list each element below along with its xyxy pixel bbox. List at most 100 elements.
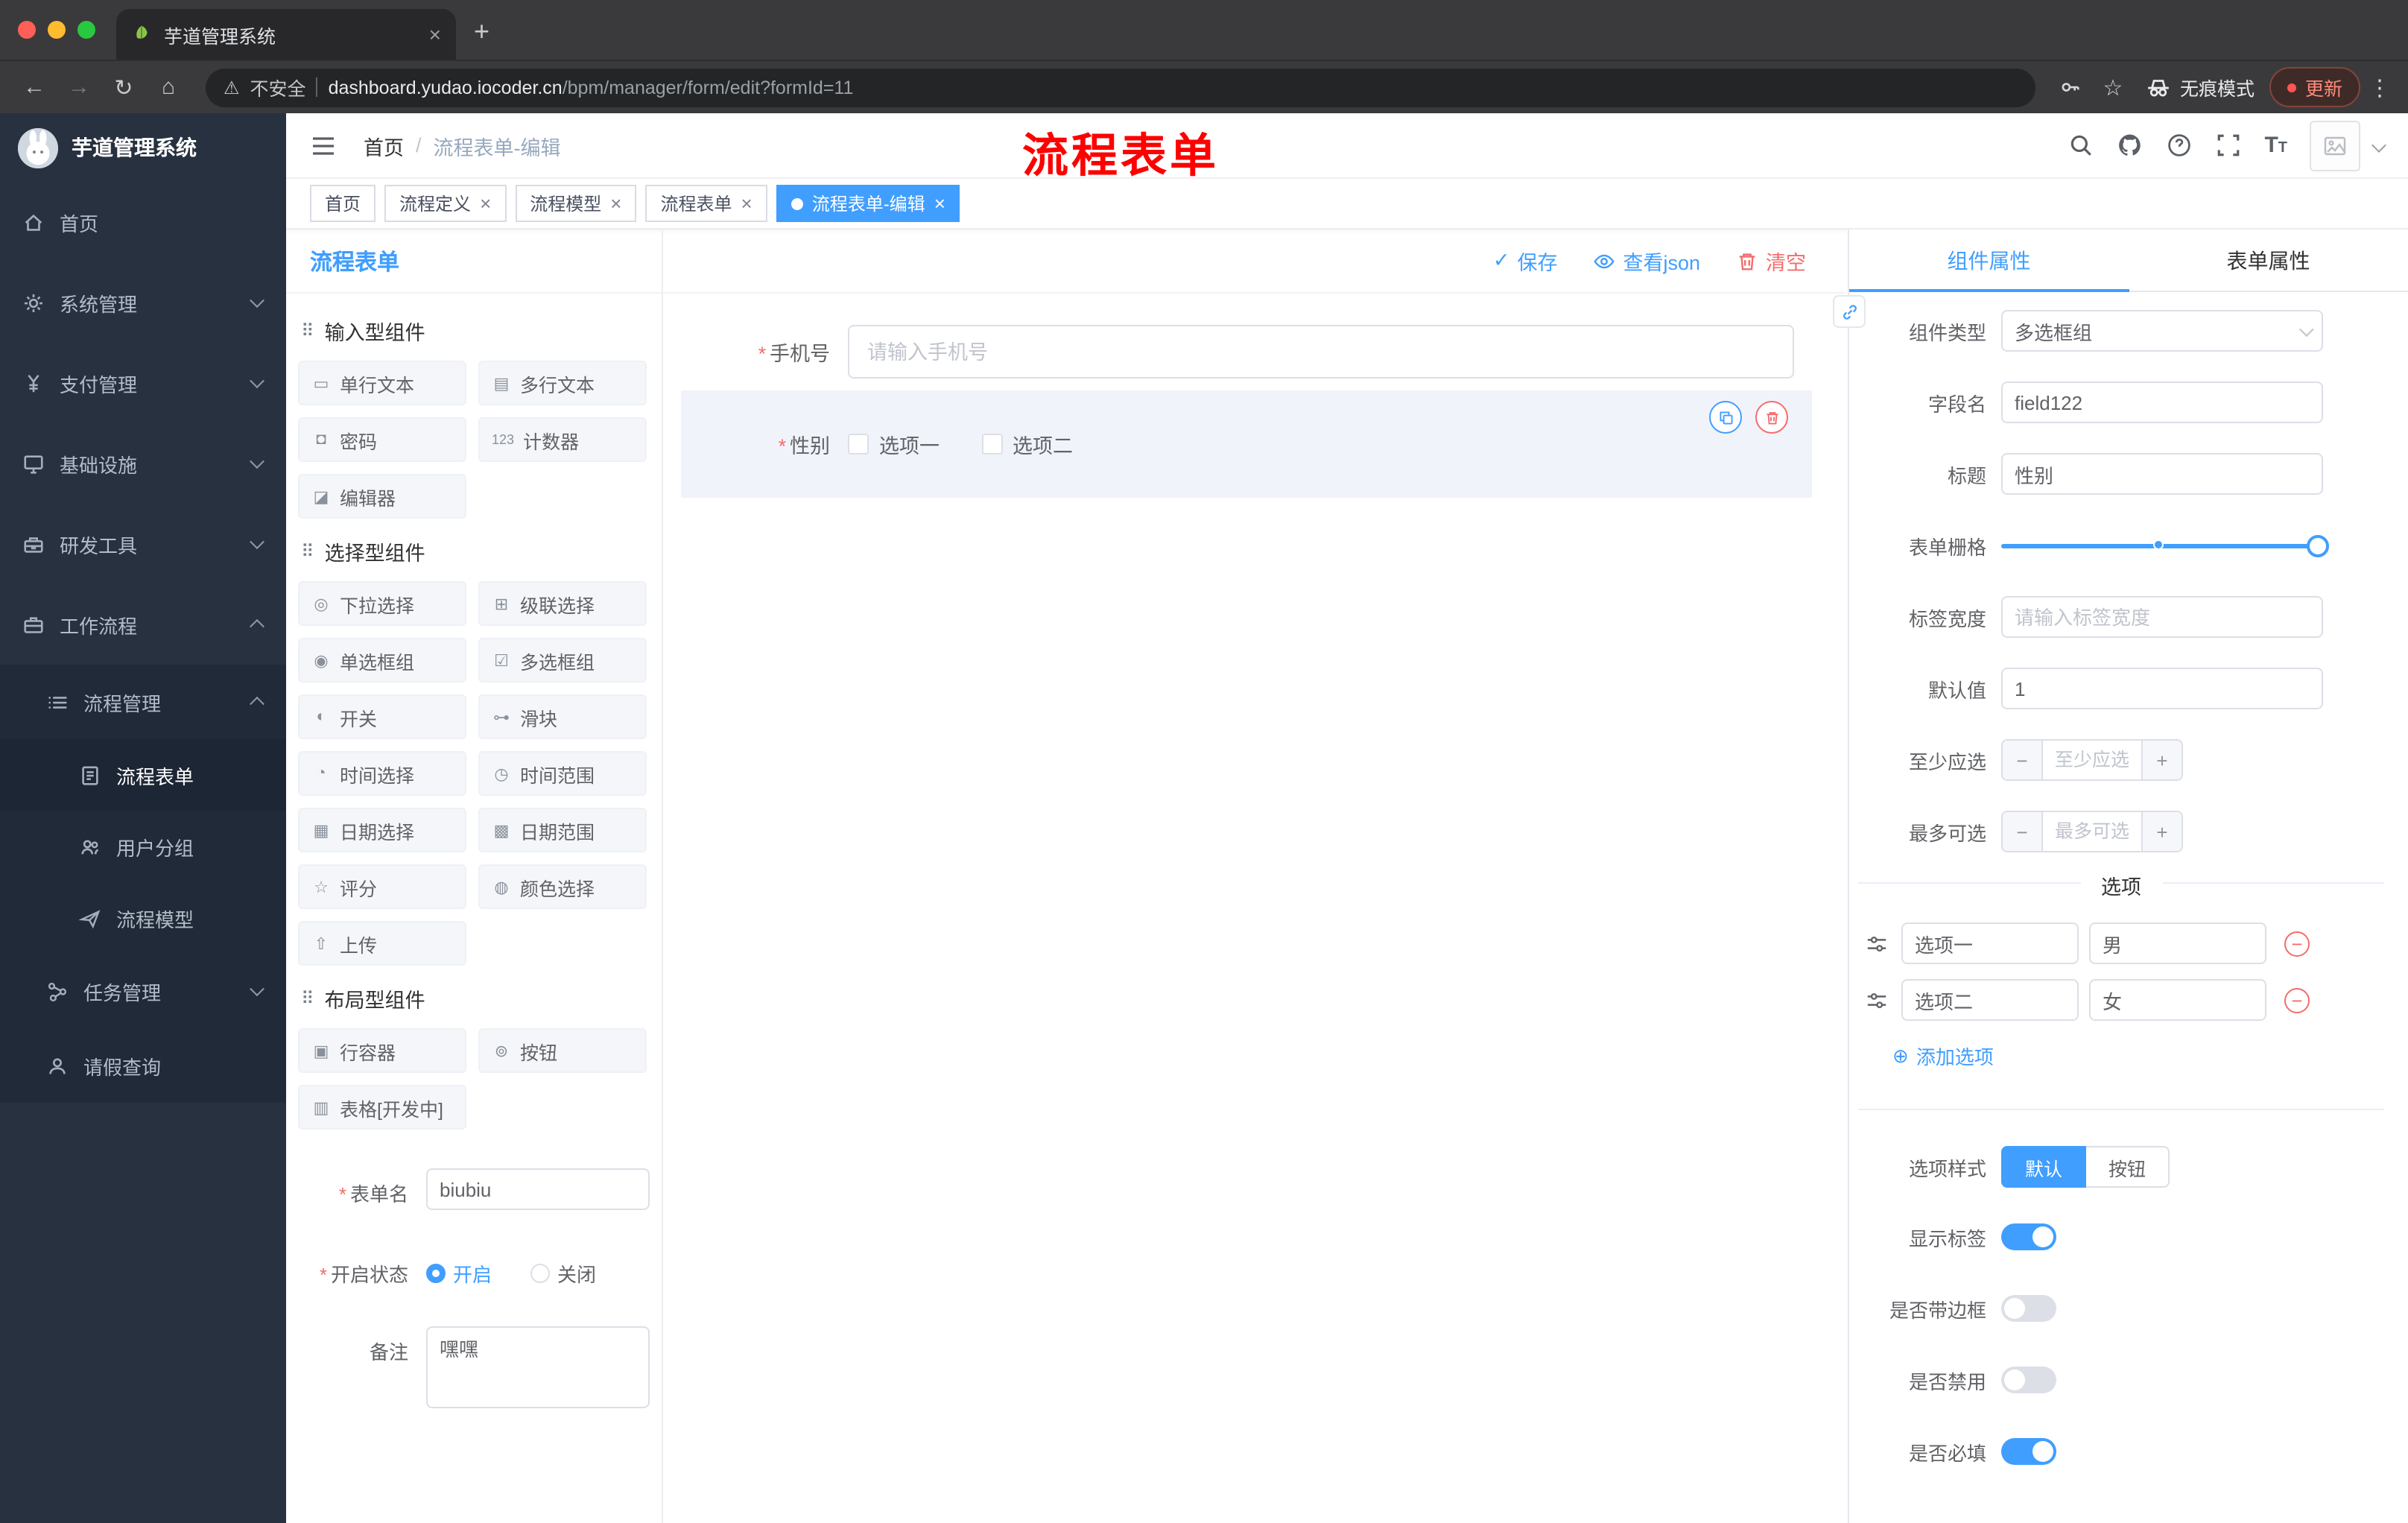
required-toggle[interactable]: [2001, 1438, 2056, 1465]
window-minimize-button[interactable]: [48, 21, 66, 39]
disabled-toggle[interactable]: [2001, 1367, 2056, 1393]
style-default-button[interactable]: 默认: [2001, 1146, 2087, 1188]
decrease-button[interactable]: −: [2003, 741, 2043, 779]
palette-item[interactable]: ◐ 开关: [298, 694, 466, 739]
tab-close-icon[interactable]: ×: [429, 22, 441, 46]
tag-process-form[interactable]: 流程表单 ×: [645, 185, 767, 222]
tag-home[interactable]: 首页: [310, 185, 376, 222]
drag-handle-icon[interactable]: [1866, 932, 1891, 954]
show-label-toggle[interactable]: [2001, 1223, 2056, 1250]
update-button[interactable]: 更新: [2269, 67, 2360, 107]
palette-item[interactable]: ⇧ 上传: [298, 921, 466, 966]
browser-home-icon[interactable]: ⌂: [149, 75, 188, 100]
increase-button[interactable]: +: [2141, 741, 2182, 779]
tab-form-props[interactable]: 表单属性: [2129, 229, 2408, 291]
phone-field-input[interactable]: [848, 325, 1794, 379]
save-button[interactable]: ✓ 保存: [1493, 246, 1558, 276]
min-select-input[interactable]: [2043, 741, 2141, 779]
sidebar-item-process-management[interactable]: 流程管理: [0, 665, 286, 739]
sidebar-item-process-model[interactable]: 流程模型: [0, 882, 286, 954]
help-icon[interactable]: [2166, 132, 2193, 159]
forward-icon[interactable]: →: [60, 75, 98, 100]
option-label-input[interactable]: [1901, 979, 2079, 1021]
new-tab-button[interactable]: +: [474, 18, 489, 45]
title-input[interactable]: [2001, 453, 2323, 495]
tag-close-icon[interactable]: ×: [741, 193, 752, 212]
hamburger-icon[interactable]: [310, 132, 337, 159]
window-zoom-button[interactable]: [77, 21, 95, 39]
back-icon[interactable]: ←: [15, 75, 54, 100]
tab-component-props[interactable]: 组件属性: [1849, 229, 2129, 292]
palette-item[interactable]: ▩ 日期范围: [478, 808, 647, 852]
tag-process-model[interactable]: 流程模型 ×: [515, 185, 637, 222]
breadcrumb-home[interactable]: 首页: [364, 130, 404, 160]
palette-item[interactable]: ☆ 评分: [298, 864, 466, 909]
palette-item[interactable]: ▦ 日期选择: [298, 808, 466, 852]
palette-item[interactable]: ◎ 下拉选择: [298, 581, 466, 626]
tag-process-form-edit[interactable]: 流程表单-编辑 ×: [776, 185, 960, 222]
component-type-select[interactable]: 多选框组: [2001, 310, 2323, 352]
security-label[interactable]: 不安全: [250, 73, 306, 101]
link-icon[interactable]: [1833, 295, 1866, 328]
increase-button[interactable]: +: [2141, 812, 2182, 851]
palette-item[interactable]: ◷ 时间范围: [478, 751, 647, 796]
address-bar[interactable]: ⚠ 不安全 dashboard.yudao.iocoder.cn/bpm/man…: [206, 68, 2035, 107]
option-value-input[interactable]: [2089, 979, 2266, 1021]
browser-menu-icon[interactable]: ⋮: [2366, 74, 2393, 101]
palette-item[interactable]: 123 计数器: [478, 417, 647, 462]
github-icon[interactable]: [2117, 132, 2144, 159]
bookmark-star-icon[interactable]: ☆: [2095, 74, 2131, 101]
tag-process-definition[interactable]: 流程定义 ×: [384, 185, 507, 222]
radio-closed[interactable]: 关闭: [530, 1259, 596, 1288]
search-icon[interactable]: [2068, 132, 2094, 159]
palette-item[interactable]: ▭ 单行文本: [298, 361, 466, 405]
reload-icon[interactable]: ↻: [104, 74, 143, 101]
sidebar-item-process-form[interactable]: 流程表单: [0, 739, 286, 811]
checkbox-option-two[interactable]: 选项二: [981, 429, 1073, 459]
palette-item[interactable]: ◘ 密码: [298, 417, 466, 462]
palette-item[interactable]: ☑ 多选框组: [478, 638, 647, 683]
palette-item[interactable]: ▥ 表格[开发中]: [298, 1085, 466, 1130]
sidebar-item-workflow[interactable]: 工作流程: [0, 584, 286, 665]
default-value-input[interactable]: [2001, 668, 2323, 709]
remove-option-button[interactable]: −: [2284, 931, 2310, 956]
sidebar-item-infrastructure[interactable]: 基础设施: [0, 423, 286, 504]
remove-option-button[interactable]: −: [2284, 987, 2310, 1013]
option-value-input[interactable]: [2089, 922, 2266, 964]
form-name-input[interactable]: [426, 1168, 650, 1210]
palette-item[interactable]: ◉ 单选框组: [298, 638, 466, 683]
palette-item[interactable]: ▤ 多行文本: [478, 361, 647, 405]
radio-open[interactable]: 开启: [426, 1259, 492, 1288]
decrease-button[interactable]: −: [2003, 812, 2043, 851]
form-canvas[interactable]: *手机号 *性别 选项一 选项二: [663, 298, 1836, 1523]
sidebar-item-task-management[interactable]: 任务管理: [0, 954, 286, 1028]
tag-close-icon[interactable]: ×: [480, 193, 491, 212]
border-toggle[interactable]: [2001, 1295, 2056, 1322]
palette-item[interactable]: ⊶ 滑块: [478, 694, 647, 739]
fullscreen-icon[interactable]: [2215, 132, 2242, 159]
option-label-input[interactable]: [1901, 922, 2079, 964]
checkbox-option-one[interactable]: 选项一: [848, 429, 940, 459]
window-close-button[interactable]: [18, 21, 36, 39]
palette-item[interactable]: ⊞ 级联选择: [478, 581, 647, 626]
view-json-button[interactable]: 查看json: [1593, 246, 1700, 276]
field-name-input[interactable]: [2001, 381, 2323, 423]
sidebar-item-home[interactable]: 首页: [0, 182, 286, 262]
sidebar-item-user-groups[interactable]: 用户分组: [0, 811, 286, 882]
sidebar-item-devtools[interactable]: 研发工具: [0, 504, 286, 584]
form-remark-input[interactable]: 嘿嘿: [426, 1326, 650, 1408]
label-width-input[interactable]: [2001, 596, 2323, 638]
tag-close-icon[interactable]: ×: [610, 193, 621, 212]
palette-item[interactable]: ▣ 行容器: [298, 1028, 466, 1073]
palette-item[interactable]: ◍ 颜色选择: [478, 864, 647, 909]
tag-close-icon[interactable]: ×: [934, 193, 945, 212]
sidebar-item-system[interactable]: 系统管理: [0, 262, 286, 343]
add-option-button[interactable]: ⊕ 添加选项: [1892, 1042, 2384, 1070]
grid-slider[interactable]: [2001, 525, 2329, 566]
font-size-icon[interactable]: TT: [2264, 133, 2287, 158]
gender-field-row-selected[interactable]: * 性别 选项一 选项二: [681, 390, 1812, 498]
palette-item[interactable]: ◪ 编辑器: [298, 474, 466, 519]
avatar[interactable]: [2310, 120, 2360, 171]
style-button-button[interactable]: 按钮: [2086, 1146, 2170, 1188]
browser-tab[interactable]: 芋道管理系统 ×: [116, 9, 456, 60]
